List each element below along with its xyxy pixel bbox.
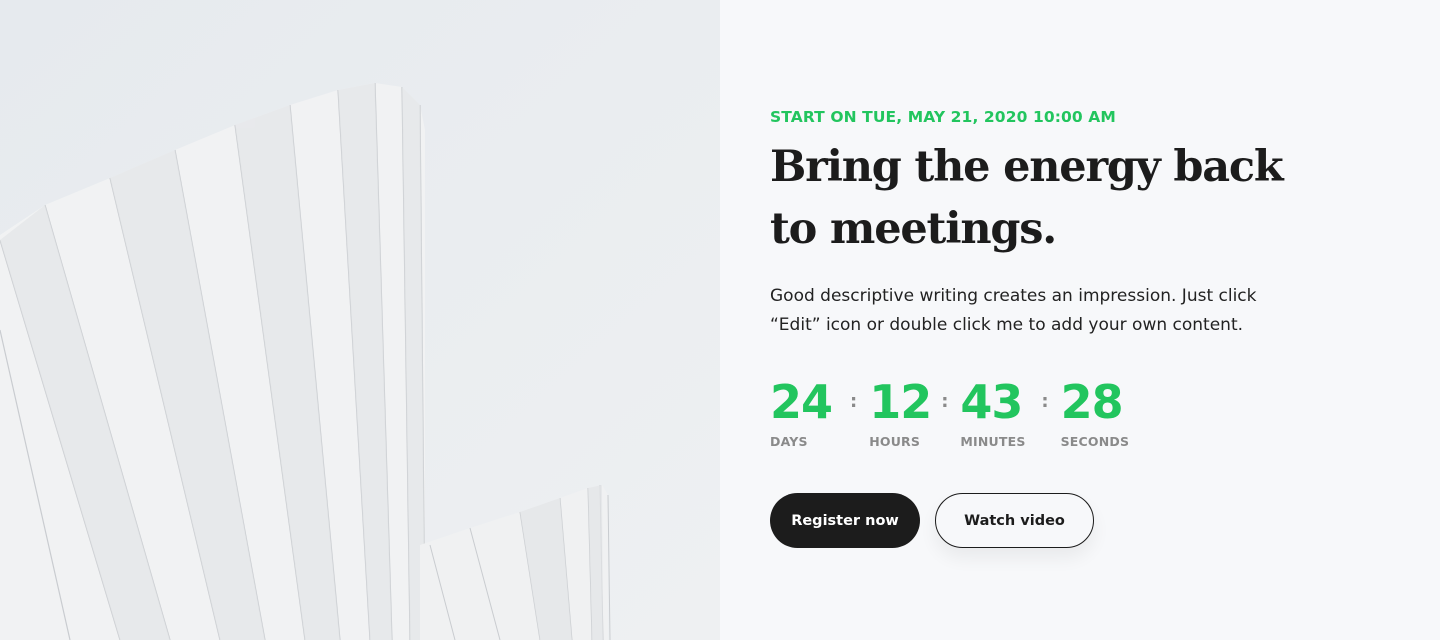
countdown-seconds: 28 SECONDS (1061, 376, 1130, 449)
countdown-seconds-value: 28 (1060, 375, 1124, 429)
watch-video-button[interactable]: Watch video (935, 493, 1094, 548)
hero-content: START ON TUE, MAY 21, 2020 10:00 AM Brin… (770, 106, 1330, 548)
countdown-hours-value: 12 (869, 375, 932, 429)
countdown-minutes-value: 43 (960, 375, 1023, 429)
countdown-days: 24 DAYS (770, 376, 838, 449)
countdown-days-label: DAYS (770, 434, 808, 449)
countdown-minutes-label: MINUTES (960, 434, 1026, 449)
countdown-hours-label: HOURS (869, 434, 921, 449)
countdown-seconds-label: SECONDS (1060, 434, 1130, 449)
countdown-separator: : (850, 391, 858, 412)
countdown-days-value: 24 (770, 375, 833, 429)
page-title: Bring the energy back to meetings. (770, 142, 1284, 254)
hero-actions: Register now Watch video (770, 493, 1330, 548)
building-illustration (0, 0, 720, 640)
countdown-minutes: 43 MINUTES (960, 376, 1029, 449)
countdown-timer: 24 DAYS : 12 HOURS : 43 MINUTES : 28 SEC… (770, 376, 1330, 456)
event-start-label: START ON TUE, MAY 21, 2020 10:00 AM (770, 108, 1116, 126)
countdown-hours: 12 HOURS (869, 375, 932, 449)
countdown-separator: : (1041, 391, 1049, 412)
hero-description: Good descriptive writing creates an impr… (770, 286, 1257, 335)
register-now-button[interactable]: Register now (770, 493, 920, 548)
hero-architecture-image (0, 0, 720, 640)
countdown-separator: : (941, 391, 949, 412)
